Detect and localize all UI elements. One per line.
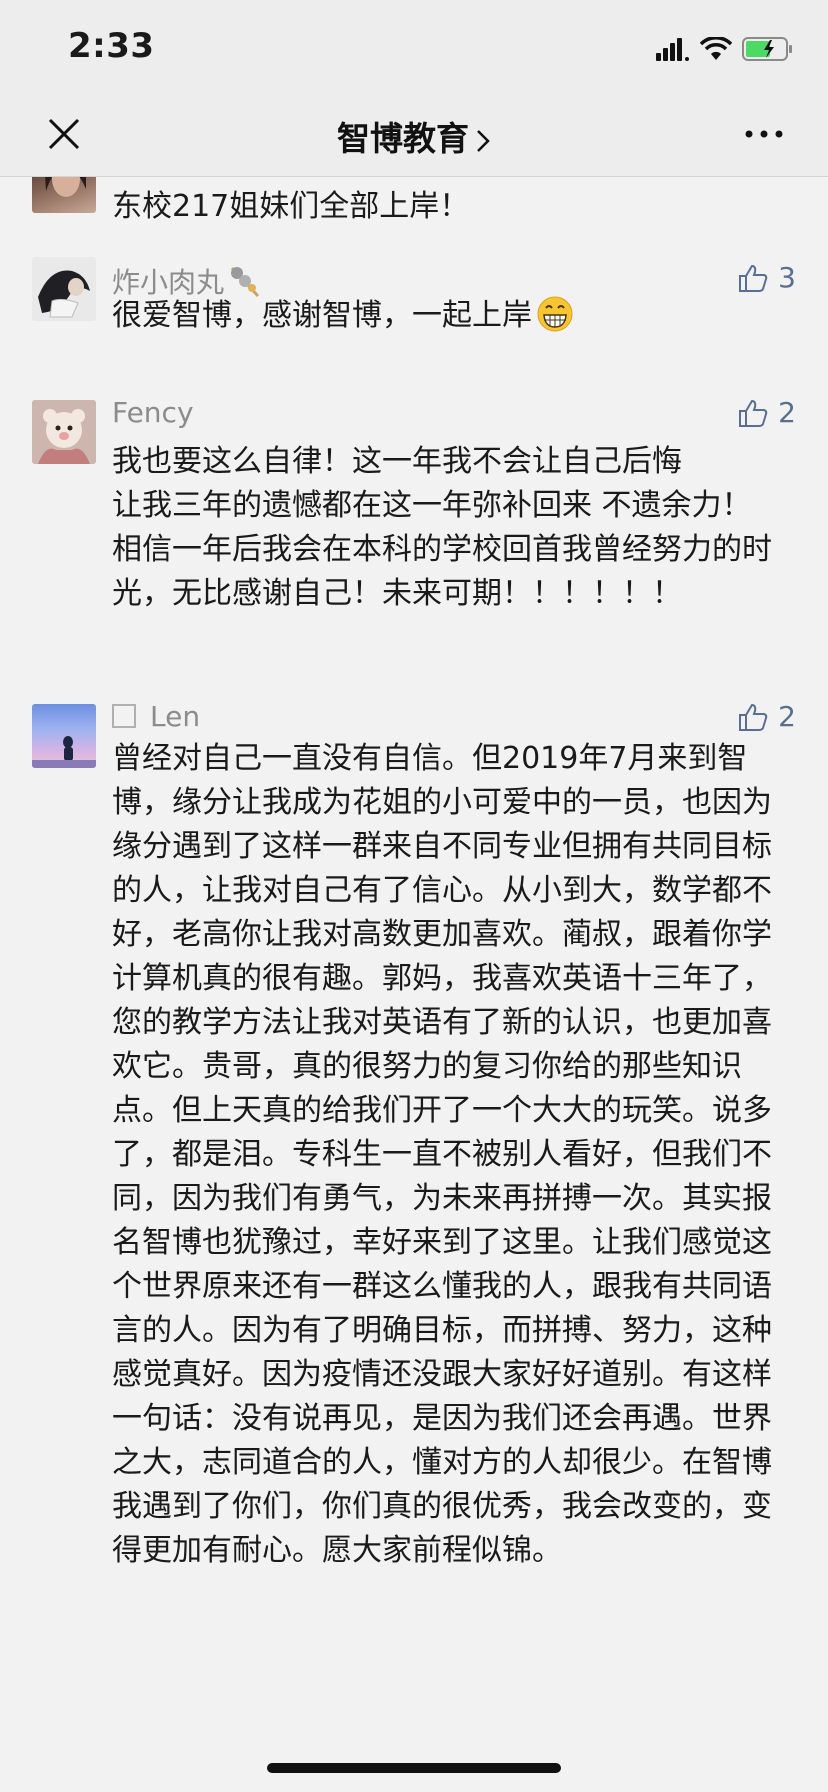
like-button[interactable]: 2: [738, 700, 796, 733]
page-title: 智博教育: [337, 119, 469, 158]
avatar[interactable]: [32, 704, 96, 768]
comment-text: 东校217姐妹们全部上岸！: [112, 189, 470, 224]
nav-bar: 智博教育: [0, 96, 828, 177]
like-button[interactable]: 2: [738, 396, 796, 429]
comment-text: 我也要这么自律！这一年我不会让自己后悔 让我三年的遗憾都在这一年弥补回来 不遗余…: [112, 444, 772, 611]
signal-icon: [656, 38, 689, 61]
battery-icon: [742, 37, 792, 61]
status-bar: 2:33: [0, 0, 828, 96]
avatar-image: [45, 177, 86, 197]
like-count: 3: [778, 261, 796, 294]
skewer-icon: [230, 266, 260, 298]
thumbs-up-icon: [739, 264, 768, 292]
grinning-emoji-icon: [537, 296, 573, 332]
avatar-image: [38, 270, 90, 318]
home-indicator[interactable]: [267, 1763, 561, 1773]
avatar-image: [32, 736, 96, 768]
commenter-name[interactable]: Fency: [112, 396, 194, 429]
status-icons: [656, 36, 794, 62]
like-button[interactable]: 3: [738, 261, 796, 294]
status-time: 2:33: [68, 26, 155, 66]
like-count: 2: [778, 700, 796, 733]
thumbs-up-icon: [739, 703, 768, 731]
avatar[interactable]: [32, 177, 96, 213]
page-title-link[interactable]: 智博教育: [0, 112, 828, 160]
thumbs-up-icon: [739, 399, 768, 427]
like-count: 2: [778, 396, 796, 429]
more-icon[interactable]: [744, 126, 784, 142]
checkbox-icon: [112, 704, 136, 728]
comments-list: 东校217姐妹们全部上岸！ 炸小肉丸 3 很爱智博，感谢智博，一起上岸 Fenc…: [0, 177, 828, 1792]
avatar[interactable]: [32, 257, 96, 321]
commenter-name[interactable]: Len: [112, 700, 200, 733]
comment-text: 很爱智博，感谢智博，一起上岸: [112, 294, 796, 338]
avatar-image: [32, 400, 96, 464]
comment-text: 曾经对自己一直没有自信。但2019年7月来到智博，缘分让我成为花姐的小可爱中的一…: [112, 741, 772, 1568]
avatar[interactable]: [32, 400, 96, 464]
chevron-right-icon: [477, 129, 490, 152]
wifi-icon: [700, 37, 732, 60]
